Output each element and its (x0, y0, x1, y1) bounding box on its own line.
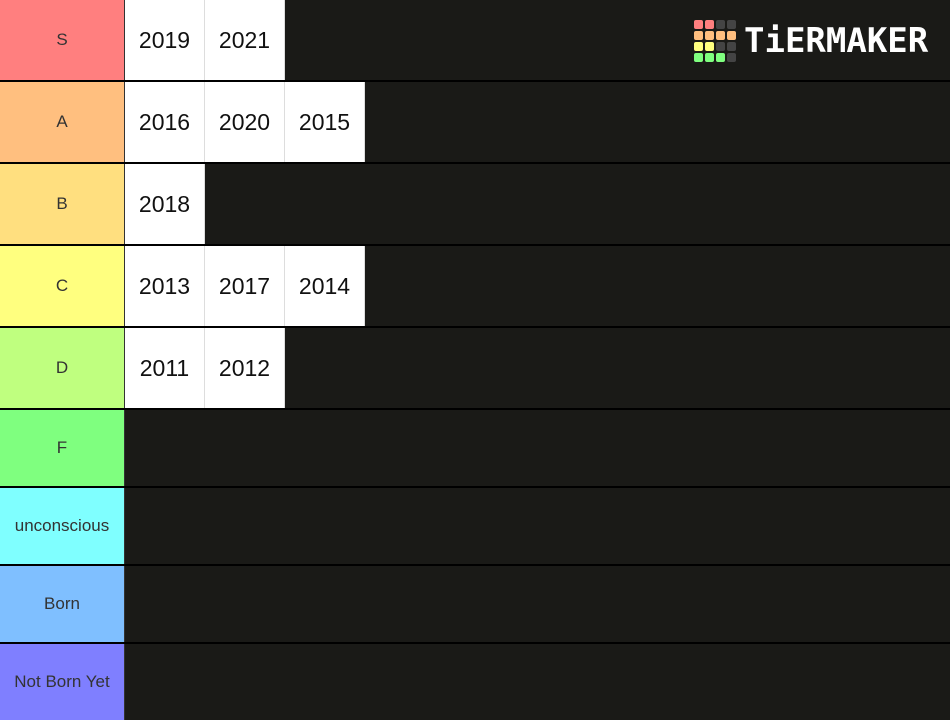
tier-item[interactable]: 2015 (285, 82, 365, 162)
logo-cell (694, 42, 703, 51)
tier-item[interactable]: 2018 (125, 164, 205, 244)
tier-items (125, 410, 950, 486)
logo-grid-icon (694, 20, 736, 62)
tier-label[interactable]: A (0, 82, 125, 162)
tier-row: C 2013 2017 2014 (0, 246, 950, 326)
logo-cell (716, 42, 725, 51)
logo-cell (694, 20, 703, 29)
logo-cell (716, 31, 725, 40)
tier-item[interactable]: 2011 (125, 328, 205, 408)
tier-row: A 2016 2020 2015 (0, 82, 950, 162)
tiermaker-logo: TiERMAKER (694, 20, 928, 62)
logo-cell (705, 42, 714, 51)
tier-item[interactable]: 2014 (285, 246, 365, 326)
tier-label[interactable]: F (0, 410, 125, 486)
tier-item[interactable]: 2019 (125, 0, 205, 80)
tier-item[interactable]: 2016 (125, 82, 205, 162)
logo-text: TiERMAKER (744, 21, 929, 61)
tier-label[interactable]: Not Born Yet (0, 644, 125, 720)
tier-row: unconscious (0, 488, 950, 564)
tier-label[interactable]: S (0, 0, 125, 80)
tier-item[interactable]: 2012 (205, 328, 285, 408)
tier-row: B 2018 (0, 164, 950, 244)
tier-board: S 2019 2021 A 2016 2020 2015 B 2018 C 2013 2017 2014… (0, 0, 950, 720)
logo-cell (694, 31, 703, 40)
tier-items (125, 488, 950, 564)
logo-cell (727, 31, 736, 40)
tier-item[interactable]: 2017 (205, 246, 285, 326)
tier-row: D 2011 2012 (0, 328, 950, 408)
tier-row: Born (0, 566, 950, 642)
tier-label[interactable]: D (0, 328, 125, 408)
logo-cell (716, 53, 725, 62)
tier-items: 2011 2012 (125, 328, 950, 408)
tier-label[interactable]: Born (0, 566, 125, 642)
tier-items (125, 566, 950, 642)
tier-row: Not Born Yet (0, 644, 950, 720)
logo-cell (705, 53, 714, 62)
logo-cell (694, 53, 703, 62)
tier-item[interactable]: 2020 (205, 82, 285, 162)
logo-cell (705, 31, 714, 40)
logo-cell (727, 20, 736, 29)
tier-item[interactable]: 2013 (125, 246, 205, 326)
tier-items (125, 644, 950, 720)
logo-cell (727, 42, 736, 51)
tier-items: 2016 2020 2015 (125, 82, 950, 162)
tier-item[interactable]: 2021 (205, 0, 285, 80)
tier-label[interactable]: C (0, 246, 125, 326)
tier-items: 2018 (125, 164, 950, 244)
logo-cell (727, 53, 736, 62)
tier-items: 2013 2017 2014 (125, 246, 950, 326)
logo-cell (705, 20, 714, 29)
tier-label[interactable]: unconscious (0, 488, 125, 564)
tier-row: F (0, 410, 950, 486)
logo-cell (716, 20, 725, 29)
tier-label[interactable]: B (0, 164, 125, 244)
